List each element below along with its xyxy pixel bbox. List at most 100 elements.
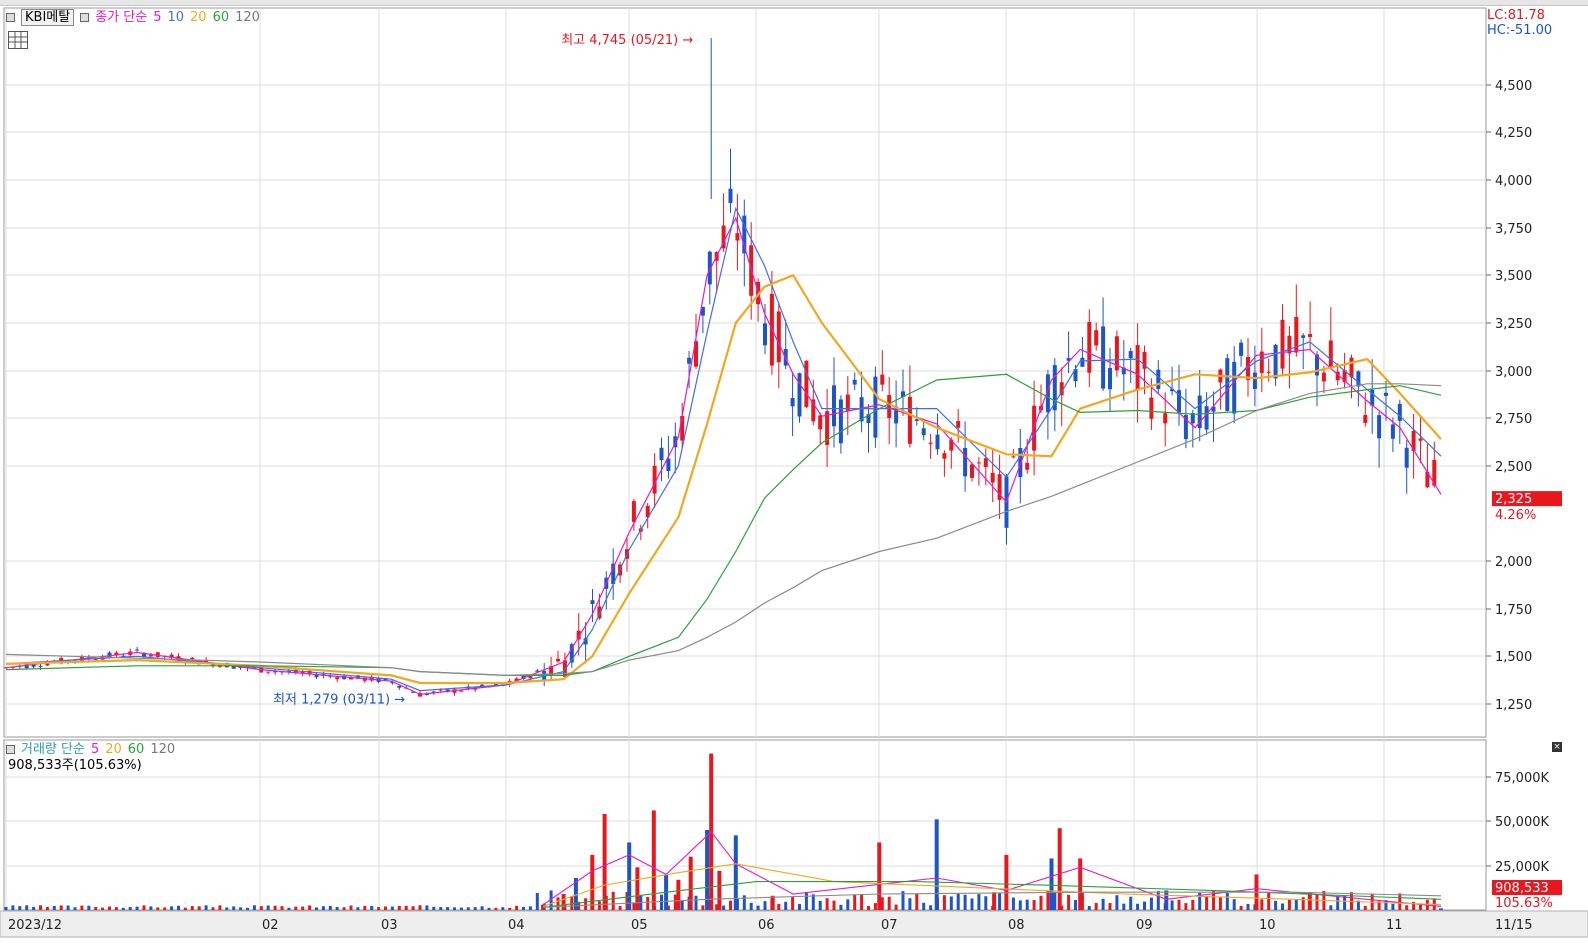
volume-bar[interactable] bbox=[651, 810, 656, 910]
volume-bar[interactable] bbox=[1094, 902, 1098, 910]
volume-bar[interactable] bbox=[1260, 899, 1264, 910]
volume-bar[interactable] bbox=[390, 906, 394, 910]
volume-bar[interactable] bbox=[473, 907, 477, 910]
volume-bar[interactable] bbox=[287, 907, 291, 910]
volume-bar[interactable] bbox=[777, 903, 781, 910]
volume-bar[interactable] bbox=[635, 867, 640, 910]
candle-body[interactable] bbox=[1025, 462, 1030, 470]
volume-bar[interactable] bbox=[363, 905, 367, 910]
candle-body[interactable] bbox=[459, 690, 464, 692]
candle-body[interactable] bbox=[1384, 392, 1388, 396]
volume-bar[interactable] bbox=[1246, 903, 1250, 910]
volume-bar[interactable] bbox=[1336, 896, 1340, 910]
candle-body[interactable] bbox=[852, 379, 857, 385]
volume-bar[interactable] bbox=[1405, 905, 1409, 910]
ma-line-120[interactable] bbox=[5, 383, 1442, 677]
volume-bar[interactable] bbox=[190, 906, 194, 910]
candle-body[interactable] bbox=[397, 685, 402, 688]
volume-bar[interactable] bbox=[1281, 903, 1284, 910]
volume-bar[interactable] bbox=[94, 907, 98, 910]
candle-body[interactable] bbox=[1080, 357, 1085, 367]
volume-bar[interactable] bbox=[742, 895, 746, 910]
volume-bar[interactable] bbox=[439, 907, 443, 910]
candle-body[interactable] bbox=[135, 649, 140, 651]
volume-bar[interactable] bbox=[1225, 892, 1229, 910]
candle-body[interactable] bbox=[1390, 424, 1395, 439]
volume-bar[interactable] bbox=[977, 894, 981, 910]
volume-bar[interactable] bbox=[87, 905, 91, 910]
volume-bar[interactable] bbox=[908, 898, 912, 910]
volume-bar[interactable] bbox=[4, 906, 8, 910]
volume-bar[interactable] bbox=[101, 907, 105, 910]
volume-bar[interactable] bbox=[722, 905, 726, 910]
candle-body[interactable] bbox=[190, 657, 195, 660]
candle-body[interactable] bbox=[1404, 447, 1409, 468]
volume-bar[interactable] bbox=[1164, 890, 1169, 910]
volume-bar[interactable] bbox=[602, 814, 607, 910]
candle-body[interactable] bbox=[1328, 340, 1333, 368]
volume-bar[interactable] bbox=[1363, 905, 1367, 910]
volume-bar[interactable] bbox=[729, 900, 732, 910]
volume-bar[interactable] bbox=[1205, 896, 1209, 910]
candle-body[interactable] bbox=[148, 655, 153, 657]
volume-bar[interactable] bbox=[1156, 891, 1160, 910]
volume-bar[interactable] bbox=[273, 905, 277, 910]
candle-body[interactable] bbox=[728, 188, 733, 204]
legend-toggle-icon[interactable] bbox=[80, 13, 90, 22]
volume-bar[interactable] bbox=[342, 907, 346, 910]
volume-bar[interactable] bbox=[1067, 894, 1071, 910]
volume-bar[interactable] bbox=[308, 905, 312, 910]
volume-bar[interactable] bbox=[784, 901, 788, 910]
volume-bar[interactable] bbox=[970, 898, 974, 910]
volume-bar[interactable] bbox=[798, 904, 801, 910]
volume-bar[interactable] bbox=[998, 892, 1002, 910]
volume-bar[interactable] bbox=[770, 895, 775, 910]
candle-body[interactable] bbox=[790, 398, 795, 407]
volume-bar[interactable] bbox=[384, 906, 387, 910]
candle-body[interactable] bbox=[942, 453, 947, 459]
volume-bar[interactable] bbox=[1136, 903, 1140, 910]
volume-bar[interactable] bbox=[494, 907, 498, 910]
volume-bar[interactable] bbox=[25, 905, 29, 910]
volume-bar[interactable] bbox=[232, 906, 236, 910]
volume-bar[interactable] bbox=[825, 898, 829, 910]
volume-bar[interactable] bbox=[1129, 896, 1133, 910]
volume-bar[interactable] bbox=[853, 894, 857, 910]
volume-bar[interactable] bbox=[846, 899, 850, 910]
volume-bar[interactable] bbox=[18, 906, 22, 910]
volume-bar[interactable] bbox=[480, 906, 484, 910]
volume-bar[interactable] bbox=[1143, 901, 1146, 910]
candle-body[interactable] bbox=[266, 671, 271, 673]
candle-body[interactable] bbox=[1266, 371, 1271, 373]
candle-body[interactable] bbox=[963, 447, 968, 477]
volume-bar[interactable] bbox=[676, 879, 681, 910]
volume-bar[interactable] bbox=[1184, 903, 1188, 910]
volume-bar[interactable] bbox=[717, 870, 722, 910]
volume-bar[interactable] bbox=[984, 896, 988, 910]
volume-bar[interactable] bbox=[963, 894, 967, 910]
volume-bar[interactable] bbox=[335, 907, 339, 910]
candle-body[interactable] bbox=[631, 501, 636, 522]
candle-body[interactable] bbox=[935, 434, 940, 450]
volume-bar[interactable] bbox=[1391, 903, 1395, 910]
volume-bar[interactable] bbox=[949, 896, 953, 910]
candle-body[interactable] bbox=[956, 421, 961, 428]
candle-body[interactable] bbox=[797, 373, 802, 417]
volume-bar[interactable] bbox=[370, 906, 374, 910]
volume-bar[interactable] bbox=[611, 891, 615, 910]
candle-body[interactable] bbox=[928, 442, 933, 444]
volume-bar[interactable] bbox=[377, 907, 381, 910]
candle-body[interactable] bbox=[921, 428, 926, 436]
volume-bar[interactable] bbox=[515, 905, 519, 910]
legend-toggle-icon[interactable] bbox=[6, 745, 15, 754]
volume-bar[interactable] bbox=[942, 895, 946, 910]
volume-bar[interactable] bbox=[1049, 858, 1054, 910]
volume-bar[interactable] bbox=[832, 900, 836, 910]
volume-bar[interactable] bbox=[1025, 899, 1029, 910]
volume-bar[interactable] bbox=[756, 905, 760, 910]
candle-body[interactable] bbox=[763, 323, 767, 346]
volume-bar[interactable] bbox=[1177, 899, 1181, 910]
candle-body[interactable] bbox=[335, 677, 340, 680]
volume-bar[interactable] bbox=[108, 906, 111, 910]
volume-bar[interactable] bbox=[170, 906, 174, 910]
